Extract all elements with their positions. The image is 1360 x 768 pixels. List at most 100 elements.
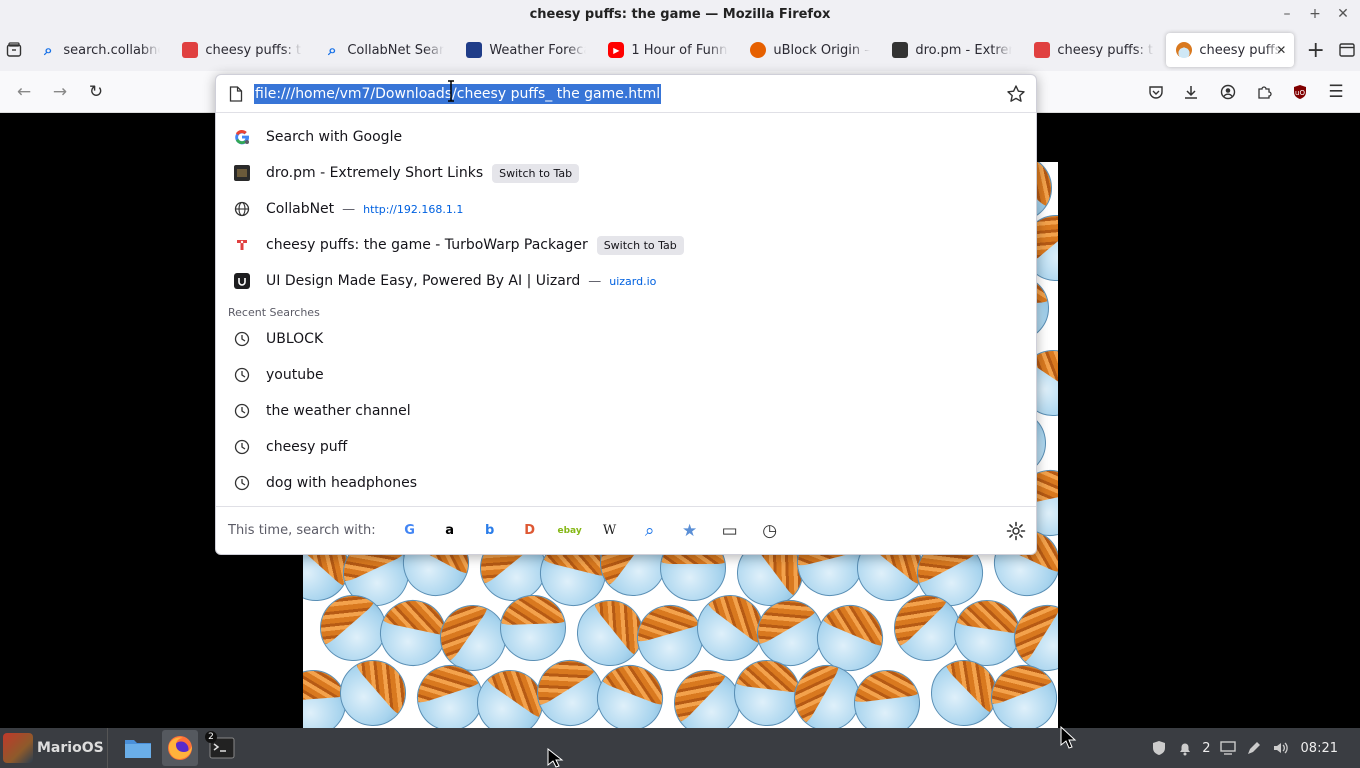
bing-icon: b [484, 523, 495, 538]
history-clock-icon [233, 438, 251, 456]
bookmarks-engine-button[interactable]: ★ [670, 515, 710, 547]
urlbar-popup: file:///home/vm7/Downloads/cheesy puffs_… [215, 74, 1037, 555]
history-clock-icon [233, 474, 251, 492]
plus-icon: + [1306, 37, 1325, 63]
recent-search-item[interactable]: the weather channel [216, 393, 1036, 429]
browser-tab[interactable]: cheesy puffs ✕ [1166, 33, 1295, 67]
forward-button[interactable]: → [46, 78, 74, 106]
close-window-button[interactable]: ✕ [1332, 0, 1354, 29]
ublock-button[interactable]: uO [1286, 78, 1314, 106]
downloads-button[interactable] [1177, 78, 1205, 106]
result-uizard[interactable]: UI Design Made Easy, Powered By AI | Uiz… [216, 263, 1036, 299]
mouse-pointer-icon [547, 748, 564, 768]
firefox-view-button[interactable] [0, 29, 28, 71]
notifications-icon[interactable] [1176, 739, 1194, 757]
account-icon [1220, 84, 1236, 100]
bing-engine-button[interactable]: b [470, 515, 510, 547]
magnifier-favicon-icon: ⌕ [44, 41, 53, 59]
clock[interactable]: 08:21 [1301, 741, 1338, 756]
firefox-addon-favicon-icon [750, 42, 767, 58]
shield-icon[interactable] [1150, 739, 1168, 757]
download-icon [1185, 86, 1197, 99]
switch-to-tab-button[interactable]: Switch to Tab [492, 163, 580, 183]
back-button[interactable]: ← [10, 78, 38, 106]
tabs-engine-button[interactable]: ▭ [710, 515, 750, 547]
extensions-button[interactable] [1250, 78, 1278, 106]
result-title: UI Design Made Easy, Powered By AI | Uiz… [266, 273, 581, 289]
history-clock-icon [233, 330, 251, 348]
uizard-favicon-icon [233, 272, 251, 290]
search-settings-gear-icon[interactable] [1006, 521, 1026, 541]
dropm-favicon-icon [233, 164, 251, 182]
switch-to-tab-button[interactable]: Switch to Tab [596, 235, 684, 255]
url-input[interactable]: file:///home/vm7/Downloads/cheesy puffs_… [254, 84, 662, 104]
taskbar-files-button[interactable] [120, 730, 156, 766]
tab-title: cheesy puffs [1199, 42, 1282, 58]
display-icon[interactable] [1219, 739, 1237, 757]
tab-title: cheesy puffs: the [1057, 42, 1154, 58]
weather-channel-favicon-icon [466, 42, 483, 58]
bookmarks-icon: ★ [681, 520, 698, 541]
maximize-button[interactable]: + [1304, 0, 1326, 29]
recent-search-item[interactable]: cheesy puff [216, 429, 1036, 465]
recent-search-item[interactable]: dog with headphones [216, 465, 1036, 501]
browser-tab[interactable]: cheesy puffs: the game [172, 33, 312, 67]
window-controls: – + ✕ [1276, 0, 1354, 29]
tab-title: search.collabnet [63, 42, 161, 58]
history-engine-button[interactable]: ◷ [750, 515, 790, 547]
browser-tab[interactable]: ▶ 1 Hour of Funny [598, 33, 738, 67]
ebay-engine-button[interactable]: ebay [550, 515, 590, 547]
browser-tab[interactable]: cheesy puffs: the [1024, 33, 1164, 67]
new-tab-button[interactable]: + [1302, 33, 1329, 67]
duckduckgo-engine-button[interactable]: D [510, 515, 550, 547]
start-menu-button[interactable]: MarioOS [0, 728, 108, 768]
recent-searches-label: Recent Searches [228, 306, 320, 319]
forward-arrow-icon: → [52, 82, 68, 102]
volume-icon[interactable] [1271, 739, 1289, 757]
list-all-tabs-button[interactable] [1333, 33, 1360, 67]
urlbar[interactable]: file:///home/vm7/Downloads/cheesy puffs_… [216, 75, 1036, 113]
cheesy-bowl-favicon-icon [1176, 42, 1193, 58]
browser-tab[interactable]: uBlock Origin – [740, 33, 880, 67]
close-tab-icon[interactable]: ✕ [1276, 43, 1286, 57]
taskbar-terminal-button[interactable]: 2 [204, 730, 240, 766]
amazon-engine-button[interactable]: a [430, 515, 470, 547]
recent-search-text: dog with headphones [266, 475, 417, 491]
google-engine-button[interactable]: G [390, 515, 430, 547]
tab-strip: ⌕ search.collabnet cheesy puffs: the game ⌕… [0, 29, 1360, 71]
search-engine-icon: ⌕ [644, 520, 655, 541]
duckduckgo-icon: D [524, 523, 535, 538]
recent-search-item[interactable]: UBLOCK [216, 321, 1036, 357]
account-button[interactable] [1214, 78, 1242, 106]
app-menu-button[interactable]: ☰ [1322, 78, 1350, 106]
reload-button[interactable]: ↻ [82, 78, 110, 106]
browser-tab[interactable]: dro.pm - Extremely [882, 33, 1022, 67]
minimize-button[interactable]: – [1276, 0, 1298, 29]
browser-tab[interactable]: ⌕ search.collabnet [30, 33, 170, 67]
pocket-button[interactable] [1142, 78, 1170, 106]
search-engine-engine-button[interactable]: ⌕ [630, 515, 670, 547]
page-icon [229, 86, 243, 102]
wikipedia-engine-button[interactable]: W [590, 515, 630, 547]
turbowarp-favicon-icon [182, 42, 199, 58]
magnifier-favicon-icon: ⌕ [328, 41, 337, 59]
browser-tab[interactable]: ⌕ CollabNet Search [314, 33, 454, 67]
text-cursor-icon [448, 80, 454, 102]
cheesy-puff-bowl [498, 593, 568, 663]
result-dropm[interactable]: dro.pm - Extremely Short Links Switch to… [216, 155, 1036, 191]
recent-search-text: youtube [266, 367, 324, 383]
notifications-count: 2 [1202, 740, 1211, 756]
urlbar-results: Search with Google dro.pm - Extremely Sh… [216, 119, 1036, 501]
pen-icon[interactable] [1245, 739, 1263, 757]
browser-tab[interactable]: Weather Forecast [456, 33, 596, 67]
result-turbowarp[interactable]: cheesy puffs: the game - TurboWarp Packa… [216, 227, 1036, 263]
back-arrow-icon: ← [16, 82, 32, 102]
bookmark-star-icon[interactable] [1006, 84, 1026, 104]
result-search-google[interactable]: Search with Google [216, 119, 1036, 155]
recent-search-item[interactable]: youtube [216, 357, 1036, 393]
ublock-icon: uO [1294, 85, 1306, 99]
taskbar-firefox-button[interactable] [162, 730, 198, 766]
hamburger-menu-icon: ☰ [1328, 82, 1344, 102]
history-clock-icon [233, 402, 251, 420]
result-collabnet[interactable]: CollabNet — http://192.168.1.1 [216, 191, 1036, 227]
